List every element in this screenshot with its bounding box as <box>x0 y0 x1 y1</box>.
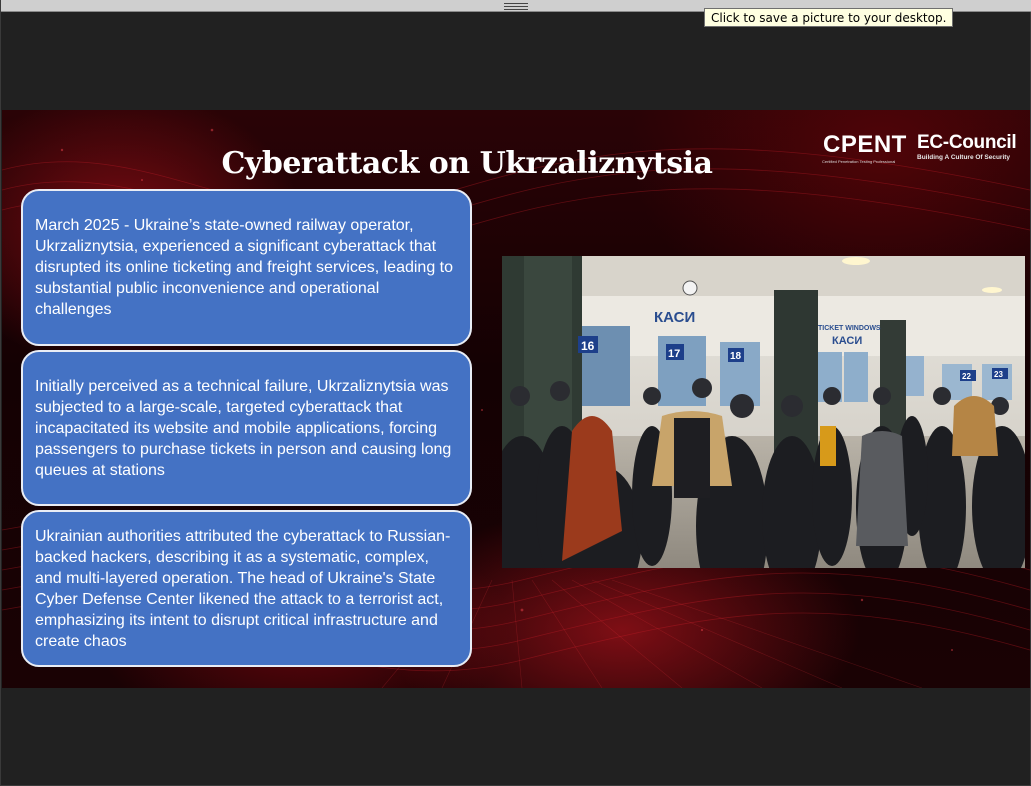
tooltip: Click to save a picture to your desktop. <box>704 8 954 27</box>
sign-ticket-windows: TICKET WINDOWS <box>818 325 881 332</box>
ec-council-logo: EC-Council Building A Culture Of Securit… <box>917 132 1017 168</box>
logos: CPENT Certified Penetration Testing Prof… <box>822 130 1017 170</box>
station-queue-photo: КАСИ КАСИ TICKET WINDOWS 16 17 18 22 23 <box>502 256 1025 568</box>
sign-kasy: КАСИ <box>654 309 695 326</box>
slide-title: Cyberattack on Ukrzaliznytsia <box>221 146 713 181</box>
slide-image[interactable]: Cyberattack on Ukrzaliznytsia CPENT Cert… <box>2 110 1030 688</box>
sign-kasy-2: КАСИ <box>832 335 862 347</box>
cpent-logo-subtitle: Certified Penetration Testing Profession… <box>822 159 896 164</box>
ec-council-tagline: Building A Culture Of Security <box>917 154 1011 161</box>
info-card-1-text: March 2025 - Ukraine’s state-owned railw… <box>35 217 454 318</box>
ec-council-logo-text: EC-Council <box>917 132 1017 153</box>
info-card-1: March 2025 - Ukraine’s state-owned railw… <box>21 189 472 346</box>
info-card-3-text: Ukrainian authorities attributed the cyb… <box>35 527 451 650</box>
station-queue-illustration: КАСИ КАСИ TICKET WINDOWS 16 17 18 22 23 <box>502 256 1025 568</box>
cpent-logo: CPENT Certified Penetration Testing Prof… <box>822 130 907 170</box>
window-number-17: 17 <box>668 348 680 360</box>
window-number-16: 16 <box>581 339 595 353</box>
viewer-window: Cyberattack on Ukrzaliznytsia CPENT Cert… <box>0 0 1031 786</box>
info-card-2: Initially perceived as a technical failu… <box>21 350 472 506</box>
info-card-3: Ukrainian authorities attributed the cyb… <box>21 510 472 667</box>
window-number-22: 22 <box>962 372 971 381</box>
window-number-23: 23 <box>994 370 1003 379</box>
info-card-2-text: Initially perceived as a technical failu… <box>35 377 452 479</box>
window-number-18: 18 <box>730 351 742 362</box>
drag-handle-icon[interactable] <box>504 3 528 10</box>
cpent-logo-text: CPENT <box>823 131 907 158</box>
